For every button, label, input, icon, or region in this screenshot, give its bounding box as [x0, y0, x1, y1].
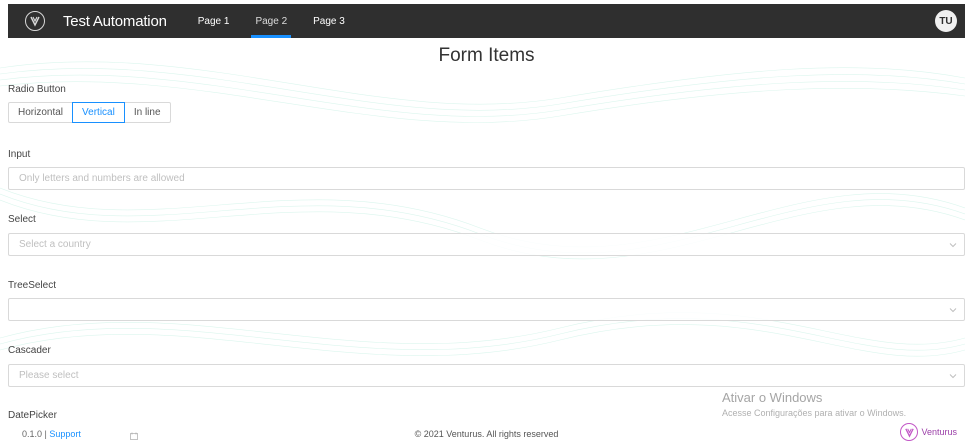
background-wave-art: [0, 61, 965, 357]
select-label: Select: [8, 214, 36, 225]
text-input[interactable]: [19, 173, 964, 184]
radio-option-horizontal[interactable]: Horizontal: [8, 102, 74, 123]
tree-select[interactable]: [8, 298, 965, 321]
radio-button-label: Radio Button: [8, 84, 66, 95]
footer: 0.1.0 | Support © 2021 Venturus. All rig…: [8, 418, 965, 443]
input-label: Input: [8, 149, 31, 160]
chevron-down-icon: [949, 374, 957, 379]
page-title: Form Items: [438, 45, 535, 66]
tab-page-1[interactable]: Page 1: [190, 4, 238, 38]
country-select[interactable]: Select a country: [8, 233, 965, 256]
treeselect-label: TreeSelect: [8, 280, 56, 291]
radio-button-group: Horizontal Vertical In line: [8, 102, 171, 123]
tab-page-3[interactable]: Page 3: [305, 4, 353, 38]
text-input-field: [8, 167, 965, 190]
chevron-down-icon: [949, 243, 957, 248]
country-select-placeholder: Select a country: [19, 239, 91, 250]
chevron-down-icon: [949, 308, 957, 313]
cascader-select[interactable]: Please select: [8, 364, 965, 387]
tab-page-2[interactable]: Page 2: [247, 4, 295, 38]
footer-brand[interactable]: Venturus: [900, 423, 957, 441]
venturus-logo-icon[interactable]: [25, 11, 45, 31]
top-navbar: Test Automation Page 1 Page 2 Page 3 TU: [8, 4, 965, 38]
app-title: Test Automation: [63, 12, 167, 30]
copyright-text: © 2021 Venturus. All rights reserved: [414, 429, 559, 439]
cascader-placeholder: Please select: [19, 370, 79, 381]
cascader-label: Cascader: [8, 345, 51, 356]
venturus-logo-icon: [900, 423, 919, 441]
brand-name: Venturus: [921, 427, 957, 437]
user-avatar[interactable]: TU: [935, 10, 957, 32]
radio-option-inline[interactable]: In line: [123, 102, 171, 123]
radio-option-vertical[interactable]: Vertical: [72, 102, 125, 123]
